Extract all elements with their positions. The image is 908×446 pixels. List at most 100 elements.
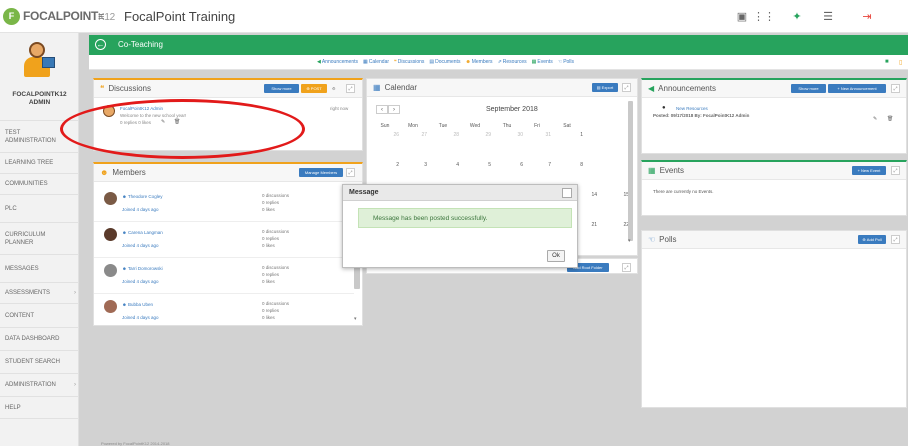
back-arrow-icon[interactable]: ← (95, 39, 106, 50)
tab-calendar[interactable]: ▦ Calendar (363, 59, 389, 65)
members-icon: ☻ (122, 194, 127, 199)
expand-icon[interactable]: ⤢ (891, 235, 900, 244)
list-view-icon[interactable]: ▯ (899, 59, 905, 66)
document-icon: ▤ (429, 59, 435, 65)
sidebar-item-assessments[interactable]: ASSESSMENTS › (0, 282, 79, 303)
calendar-week: 26 27 28 29 30 31 1 (393, 132, 583, 138)
discussion-icon: ❝ (394, 59, 397, 65)
events-panel: ▦ Events + New Event ⤢ There are current… (641, 160, 907, 216)
export-button[interactable]: ▤ Export (592, 83, 618, 92)
apps-grid-icon[interactable]: ⋮⋮ (753, 8, 775, 24)
member-row[interactable]: ☻ Carena Langman Joined 4 days ago 0 dis… (94, 222, 354, 258)
page-header: ← Co-Teaching (89, 35, 908, 55)
members-icon: ☻ (100, 168, 109, 177)
sidebar: FOCALPOINTK12 ADMIN TEST ADMINISTRATION … (0, 33, 79, 446)
calendar-scrollbar[interactable] (628, 101, 633, 241)
tab-announcements[interactable]: ◀ Announcements (317, 59, 358, 65)
sidebar-item-learning-tree[interactable]: LEARNING TREE (0, 152, 79, 173)
chevron-right-icon: › (74, 290, 76, 296)
member-row[interactable]: ☻ Theodore Cogley Joined 4 days ago 0 di… (94, 186, 354, 222)
new-announcement-button[interactable]: + New Announcement (828, 84, 886, 93)
message-dialog: Message Message has been posted successf… (342, 184, 578, 268)
prev-month-button[interactable]: ‹ (376, 105, 388, 114)
polls-icon: ☜ (648, 235, 656, 244)
list-icon[interactable]: ☰ (820, 8, 836, 24)
tab-resources[interactable]: ⇗ Resources (498, 59, 527, 65)
expand-icon[interactable]: ⤢ (891, 84, 900, 93)
calendar-week: 21 22 (591, 222, 629, 228)
sidebar-item-plc[interactable]: PLC (0, 194, 79, 222)
settings-gear-icon[interactable]: ⚙ (329, 84, 339, 93)
sidebar-item-data-dashboard[interactable]: DATA DASHBOARD (0, 327, 79, 350)
sidebar-item-help[interactable]: HELP (0, 396, 79, 419)
member-avatar (104, 228, 117, 241)
dialog-title: Message (349, 189, 379, 196)
tab-documents[interactable]: ▤ Documents (429, 59, 460, 65)
tab-polls[interactable]: ☜ Polls (558, 59, 574, 65)
expand-icon[interactable]: ⤢ (622, 83, 631, 92)
sidebar-item-administration[interactable]: ADMINISTRATION › (0, 373, 79, 396)
member-avatar (104, 300, 117, 313)
scroll-down-icon[interactable]: ▾ (354, 316, 357, 322)
announcement-meta: Posted: 09/17/2018 By: FocalPointK12 Adm… (653, 113, 750, 118)
success-alert: Message has been posted successfully. (358, 208, 572, 228)
member-row[interactable]: ☻ Tarri Domorowski Joined 4 days ago 0 d… (94, 258, 354, 294)
highlight-ellipse (60, 99, 305, 159)
expand-icon[interactable]: ⤢ (346, 168, 355, 177)
community-tabs: ◀ Announcements ▦ Calendar ❝ Discussions ▤ D… (89, 55, 908, 70)
page-title: Co-Teaching (118, 40, 163, 49)
sidebar-item-student-search[interactable]: STUDENT SEARCH (0, 350, 79, 373)
user-avatar[interactable] (22, 42, 56, 78)
member-avatar (104, 264, 117, 277)
edit-pencil-icon[interactable]: ✎ (873, 116, 877, 122)
resources-icon: ⇗ (497, 59, 502, 65)
logo-icon: F (3, 7, 20, 25)
notifications-icon[interactable]: ✦ (789, 8, 805, 24)
tab-discussions[interactable]: ❝ Discussions (394, 59, 424, 65)
expand-icon[interactable]: ⤢ (622, 263, 631, 272)
megaphone-icon: ◀ (317, 59, 321, 65)
scroll-down-icon[interactable]: ▾ (628, 238, 631, 244)
polls-icon: ☜ (557, 59, 563, 65)
user-name: FOCALPOINTK12 ADMIN (12, 91, 67, 106)
tab-members[interactable]: ☻ Members (465, 59, 492, 65)
calendar-month: September 2018 (486, 106, 538, 113)
members-panel: ☻ Members Manage Members ⤢ ☻ Theodore Co… (93, 162, 363, 326)
events-icon: ▦ (648, 166, 656, 175)
bullet-icon: ● (662, 105, 666, 111)
show-more-button[interactable]: Show more (791, 84, 826, 93)
manage-members-button[interactable]: Manage Members (299, 168, 343, 177)
ok-button[interactable]: Ok (547, 250, 565, 262)
expand-icon[interactable]: ⤢ (891, 166, 900, 175)
grid-view-icon[interactable]: ■ (885, 59, 891, 65)
add-poll-button[interactable]: ⊕ Add Poll (858, 235, 886, 244)
post-button[interactable]: ⊕ POST (301, 84, 327, 93)
tab-events[interactable]: ▦ Events (532, 59, 553, 65)
members-title: Members (112, 168, 146, 177)
member-row[interactable]: ☻ Bubba Uben Joined 4 days ago 0 discuss… (94, 294, 354, 330)
close-icon[interactable] (562, 188, 572, 198)
top-bar: F FOCALPOINTK12 ≡ FocalPoint Training ▣ … (0, 0, 908, 33)
sidebar-item-curriculum-planner[interactable]: CURRICULUM PLANNER (0, 222, 79, 254)
announcements-panel: ◀ Announcements Show more + New Announce… (641, 78, 907, 154)
sidebar-item-messages[interactable]: MESSAGES (0, 254, 79, 282)
members-icon: ☻ (122, 230, 127, 235)
logo-text: FOCALPOINT (23, 9, 98, 23)
members-icon: ☻ (465, 59, 471, 65)
calendar-week: 14 15 (591, 192, 629, 198)
next-month-button[interactable]: › (388, 105, 400, 114)
sidebar-item-communities[interactable]: COMMUNITIES (0, 173, 79, 194)
announcement-title[interactable]: New Resources (676, 106, 708, 111)
logout-icon[interactable]: ⇥ (859, 8, 875, 24)
menu-toggle-icon[interactable]: ≡ (98, 11, 104, 23)
expand-icon[interactable]: ⤢ (346, 84, 355, 93)
new-event-button[interactable]: + New Event (852, 166, 886, 175)
sidebar-item-content[interactable]: CONTENT (0, 303, 79, 327)
discussion-icon: ❝ (100, 84, 105, 93)
profile-card-icon[interactable]: ▣ (734, 8, 750, 24)
events-title: Events (659, 166, 685, 175)
delete-trash-icon[interactable]: 🗑 (887, 116, 893, 122)
members-icon: ☻ (122, 266, 127, 271)
post-time: right now (330, 106, 349, 111)
show-more-button[interactable]: Show more (264, 84, 299, 93)
